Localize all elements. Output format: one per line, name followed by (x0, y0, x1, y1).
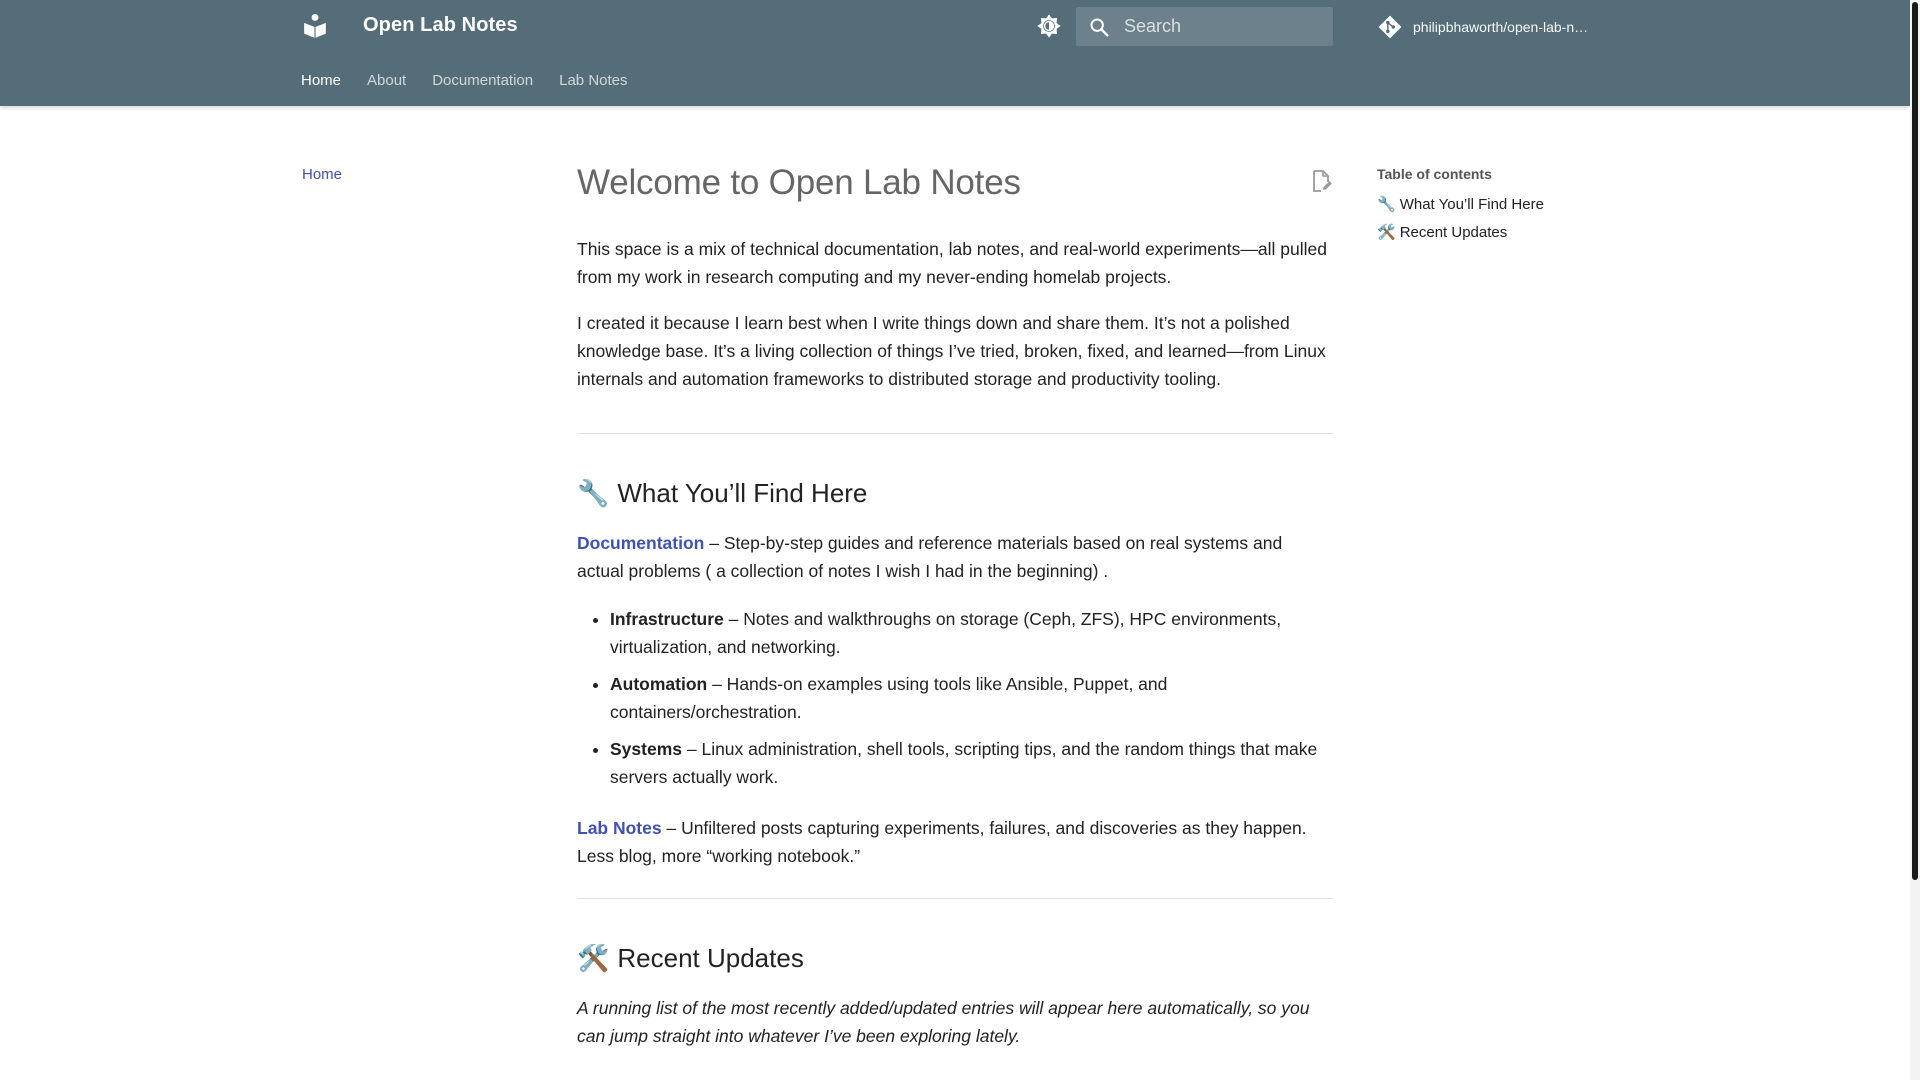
topics-list: Infrastructure – Notes and walkthroughs … (577, 605, 1333, 791)
section-divider (577, 898, 1333, 899)
intro-paragraph-2: I created it because I learn best when I… (577, 313, 1326, 389)
toc-item-label: Recent Updates (1399, 223, 1508, 241)
tab-home[interactable]: Home (301, 72, 341, 89)
list-item-term: Infrastructure (610, 609, 724, 629)
list-item: Systems – Linux administration, shell to… (610, 735, 1333, 791)
tab-lab-notes[interactable]: Lab Notes (559, 72, 627, 89)
book-logo-icon[interactable] (302, 12, 328, 38)
search-box[interactable] (1076, 7, 1333, 46)
page-title: Welcome to Open Lab Notes (577, 163, 1021, 202)
list-item: Infrastructure – Notes and walkthroughs … (610, 605, 1333, 661)
search-input[interactable] (1122, 7, 1322, 46)
toc-title: Table of contents (1377, 166, 1492, 182)
lab-notes-link[interactable]: Lab Notes (577, 818, 662, 838)
search-icon (1090, 18, 1109, 37)
wrench-icon: 🔧 (577, 478, 610, 508)
tab-documentation[interactable]: Documentation (432, 72, 533, 89)
list-item-term: Automation (610, 674, 708, 694)
repository-name: philipbhaworth/open-lab-n… (1413, 19, 1589, 35)
site-title[interactable]: Open Lab Notes (363, 14, 518, 37)
hammer-wrench-icon: 🛠️ (1377, 224, 1396, 241)
lab-notes-description: – Unfiltered posts capturing experiments… (577, 818, 1307, 866)
section-heading-recent-updates: 🛠️ Recent Updates (577, 943, 1333, 974)
toc-item-recent-updates[interactable]: 🛠️ Recent Updates (1377, 223, 1544, 242)
section-heading-find-here: 🔧 What You’ll Find Here (577, 478, 1333, 509)
lab-notes-paragraph: Lab Notes – Unfiltered posts capturing e… (577, 814, 1333, 870)
top-header: Open Lab Notes philipbhaworth/open-lab-n… (0, 0, 1910, 106)
documentation-link[interactable]: Documentation (577, 533, 704, 553)
top-tabs: Home About Documentation Lab Notes (301, 72, 654, 89)
intro-paragraph-1: This space is a mix of technical documen… (577, 239, 1327, 287)
wrench-icon: 🔧 (1377, 196, 1396, 213)
tab-about[interactable]: About (367, 72, 406, 89)
toc-item-find-here[interactable]: 🔧 What You’ll Find Here (1377, 195, 1544, 214)
hammer-wrench-icon: 🛠️ (577, 943, 610, 973)
section-heading-text: What You’ll Find Here (617, 478, 868, 508)
git-icon (1378, 15, 1402, 39)
main-content: Welcome to Open Lab Notes This space is … (577, 163, 1333, 1050)
table-of-contents: Table of contents 🔧 What You’ll Find Her… (1377, 166, 1544, 251)
scrollbar-thumb[interactable] (1912, 2, 1918, 880)
primary-navigation: Home (302, 166, 342, 183)
documentation-paragraph: Documentation – Step-by-step guides and … (577, 529, 1333, 585)
section-divider (577, 433, 1333, 434)
repository-link[interactable]: philipbhaworth/open-lab-n… (1377, 14, 1588, 40)
scrollbar[interactable] (1910, 0, 1920, 1080)
edit-page-icon[interactable] (1309, 169, 1333, 193)
brightness-icon[interactable] (1035, 12, 1063, 40)
list-item-term: Systems (610, 739, 682, 759)
recent-updates-paragraph: A running list of the most recently adde… (577, 998, 1310, 1046)
list-item-text: – Linux administration, shell tools, scr… (610, 739, 1318, 787)
toc-item-label: What You’ll Find Here (1399, 195, 1544, 213)
nav-item-home[interactable]: Home (302, 166, 342, 183)
section-heading-text: Recent Updates (617, 943, 804, 973)
list-item: Automation – Hands-on examples using too… (610, 670, 1333, 726)
